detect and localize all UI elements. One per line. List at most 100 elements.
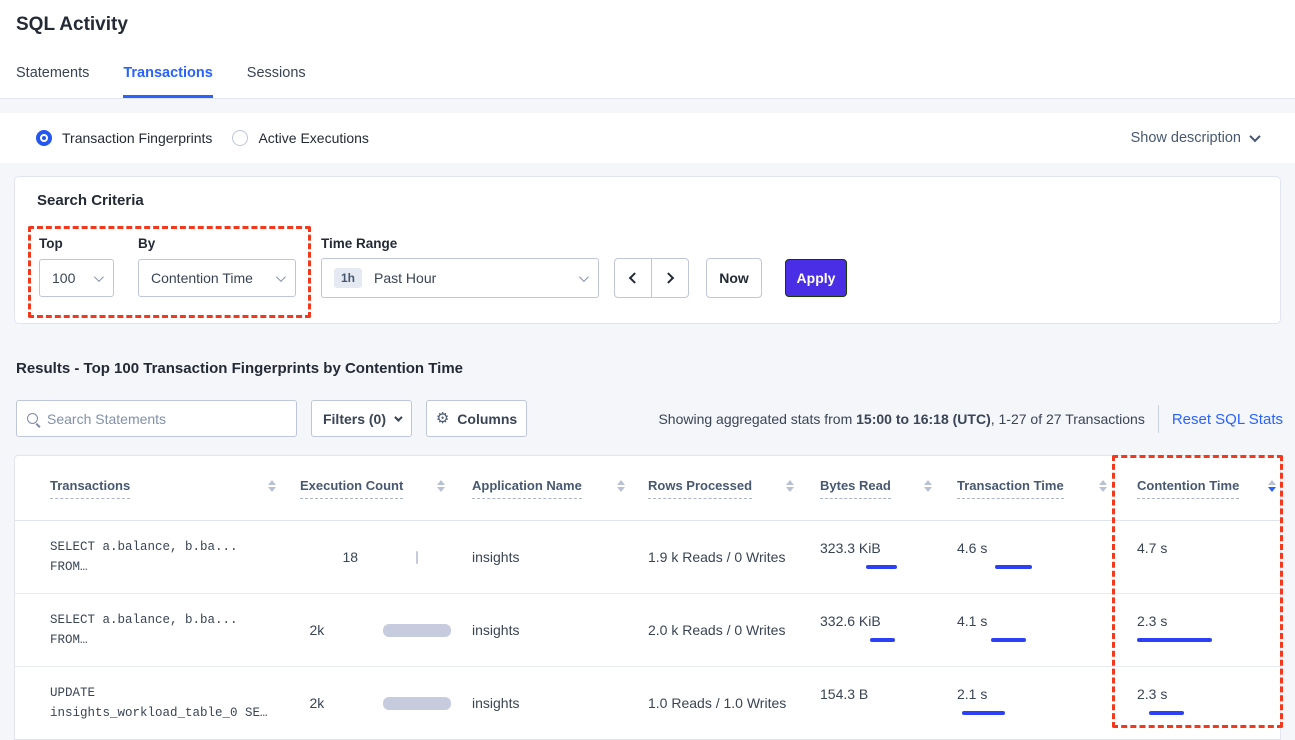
sort-icon[interactable]	[786, 480, 794, 492]
table-row: SELECT a.balance, b.ba... FROM… 18 insig…	[15, 521, 1280, 594]
previous-time-button[interactable]	[614, 258, 652, 298]
transaction-time-value: 4.6 s	[957, 540, 1087, 556]
sql-line-1[interactable]: UPDATE	[50, 683, 280, 703]
sql-line-2[interactable]: FROM…	[50, 630, 280, 650]
now-button[interactable]: Now	[706, 258, 762, 298]
contention-time-stddev-line	[1149, 711, 1184, 715]
sort-icon[interactable]	[268, 480, 276, 492]
radio-selected-icon[interactable]	[36, 130, 52, 146]
bytes-read-value: 332.6 KiB	[820, 613, 940, 629]
contention-time-cell: 4.7 s	[1137, 521, 1267, 593]
gear-icon: ⚙	[436, 411, 449, 426]
transaction-time-stddev-line	[995, 565, 1032, 569]
transaction-time-cell: 4.6 s	[957, 521, 1087, 593]
chevron-down-icon	[394, 413, 402, 421]
column-label: Rows Processed	[648, 478, 752, 499]
radio-transaction-fingerprints[interactable]: Transaction Fingerprints	[36, 130, 212, 146]
apply-button[interactable]: Apply	[785, 259, 847, 297]
transaction-time-stddev-line	[991, 638, 1026, 642]
radio-unselected-icon[interactable]	[232, 130, 248, 146]
column-header-transactions[interactable]: Transactions	[50, 456, 280, 520]
table-row: UPDATE insights_workload_table_0 SE… 2k …	[15, 667, 1280, 740]
contention-time-cell: 2.3 s	[1137, 594, 1267, 666]
sort-icon[interactable]	[1099, 480, 1107, 492]
filters-label: Filters (0)	[323, 411, 386, 427]
execution-count-value: 18	[343, 549, 416, 565]
application-name-cell: insights	[472, 667, 622, 739]
reset-sql-stats-link[interactable]: Reset SQL Stats	[1172, 411, 1283, 428]
time-range-select[interactable]: 1h Past Hour	[321, 258, 599, 298]
application-name-cell: insights	[472, 521, 622, 593]
bytes-read-cell: 154.3 B	[820, 667, 940, 739]
show-description-toggle[interactable]: Show description	[1131, 113, 1259, 163]
top-select[interactable]: 100	[39, 259, 114, 297]
tab-transactions[interactable]: Transactions	[123, 65, 212, 98]
stats-bar: Showing aggregated stats from 15:00 to 1…	[658, 402, 1283, 436]
transaction-fingerprint-link[interactable]: SELECT a.balance, b.ba... FROM…	[50, 594, 280, 666]
page-title: SQL Activity	[16, 14, 128, 36]
column-label: Bytes Read	[820, 478, 891, 499]
sort-icon[interactable]	[617, 480, 625, 492]
aggregated-stats-text: Showing aggregated stats from 15:00 to 1…	[658, 411, 1144, 427]
column-header-transaction-time[interactable]: Transaction Time	[957, 456, 1087, 520]
application-name-cell: insights	[472, 594, 622, 666]
sort-icon[interactable]	[437, 480, 445, 492]
chevron-down-icon	[579, 272, 589, 282]
tab-statements[interactable]: Statements	[16, 65, 89, 98]
column-label: Contention Time	[1137, 478, 1239, 499]
transaction-time-stddev-line	[962, 711, 1005, 715]
search-statements-input[interactable]	[47, 411, 286, 427]
transaction-fingerprint-link[interactable]: UPDATE insights_workload_table_0 SE…	[50, 667, 280, 739]
search-icon	[27, 413, 38, 424]
table-header-row: Transactions Execution Count Application…	[15, 456, 1280, 521]
transactions-table: Transactions Execution Count Application…	[14, 455, 1281, 740]
filters-button[interactable]: Filters (0)	[311, 400, 412, 437]
stats-suffix: , 1-27 of 27 Transactions	[991, 411, 1145, 427]
column-label: Transaction Time	[957, 478, 1064, 499]
columns-button[interactable]: ⚙ Columns	[426, 400, 527, 437]
column-header-application-name[interactable]: Application Name	[472, 456, 622, 520]
rows-processed-cell: 2.0 k Reads / 0 Writes	[648, 594, 808, 666]
rows-processed-value: 1.0 Reads / 1.0 Writes	[648, 695, 808, 711]
contention-time-value: 2.3 s	[1137, 686, 1267, 702]
by-select[interactable]: Contention Time	[138, 259, 296, 297]
radio-label: Active Executions	[258, 130, 369, 146]
rows-processed-cell: 1.9 k Reads / 0 Writes	[648, 521, 808, 593]
time-range-badge: 1h	[334, 268, 362, 288]
bytes-read-cell: 323.3 KiB	[820, 521, 940, 593]
sort-icon-active-desc[interactable]	[1268, 480, 1276, 492]
bytes-read-cell: 332.6 KiB	[820, 594, 940, 666]
sql-line-2[interactable]: FROM…	[50, 557, 280, 577]
column-header-execution-count[interactable]: Execution Count	[300, 456, 460, 520]
column-header-bytes-read[interactable]: Bytes Read	[820, 456, 940, 520]
sort-icon[interactable]	[924, 480, 932, 492]
column-label: Application Name	[472, 478, 582, 499]
column-header-contention-time[interactable]: Contention Time	[1137, 456, 1267, 520]
search-statements-box[interactable]	[16, 400, 297, 437]
application-name: insights	[472, 549, 622, 565]
tab-sessions[interactable]: Sessions	[247, 65, 306, 98]
chevron-down-icon	[1249, 131, 1260, 142]
sql-line-1[interactable]: SELECT a.balance, b.ba...	[50, 610, 280, 630]
chevron-right-icon	[663, 272, 674, 283]
transaction-time-value: 2.1 s	[957, 686, 1087, 702]
transaction-fingerprint-link[interactable]: SELECT a.balance, b.ba... FROM…	[50, 521, 280, 593]
time-range-label: Time Range	[321, 236, 397, 251]
time-range-value: Past Hour	[374, 270, 436, 286]
execution-count-value: 2k	[310, 622, 383, 638]
chevron-left-icon	[629, 272, 640, 283]
show-description-label: Show description	[1131, 130, 1241, 146]
stats-prefix: Showing aggregated stats from	[658, 411, 856, 427]
column-header-rows-processed[interactable]: Rows Processed	[648, 456, 808, 520]
sql-line-1[interactable]: SELECT a.balance, b.ba...	[50, 537, 280, 557]
sql-line-2[interactable]: insights_workload_table_0 SE…	[50, 703, 280, 723]
application-name: insights	[472, 622, 622, 638]
next-time-button[interactable]	[651, 258, 689, 298]
sql-activity-page: SQL Activity Statements Transactions Ses…	[0, 0, 1295, 740]
radio-label: Transaction Fingerprints	[62, 130, 212, 146]
rows-processed-value: 1.9 k Reads / 0 Writes	[648, 549, 808, 565]
radio-active-executions[interactable]: Active Executions	[232, 130, 369, 146]
page-header: SQL Activity Statements Transactions Ses…	[0, 0, 1295, 99]
contention-time-stddev-line	[1137, 638, 1212, 642]
execution-count-bar	[383, 624, 451, 637]
